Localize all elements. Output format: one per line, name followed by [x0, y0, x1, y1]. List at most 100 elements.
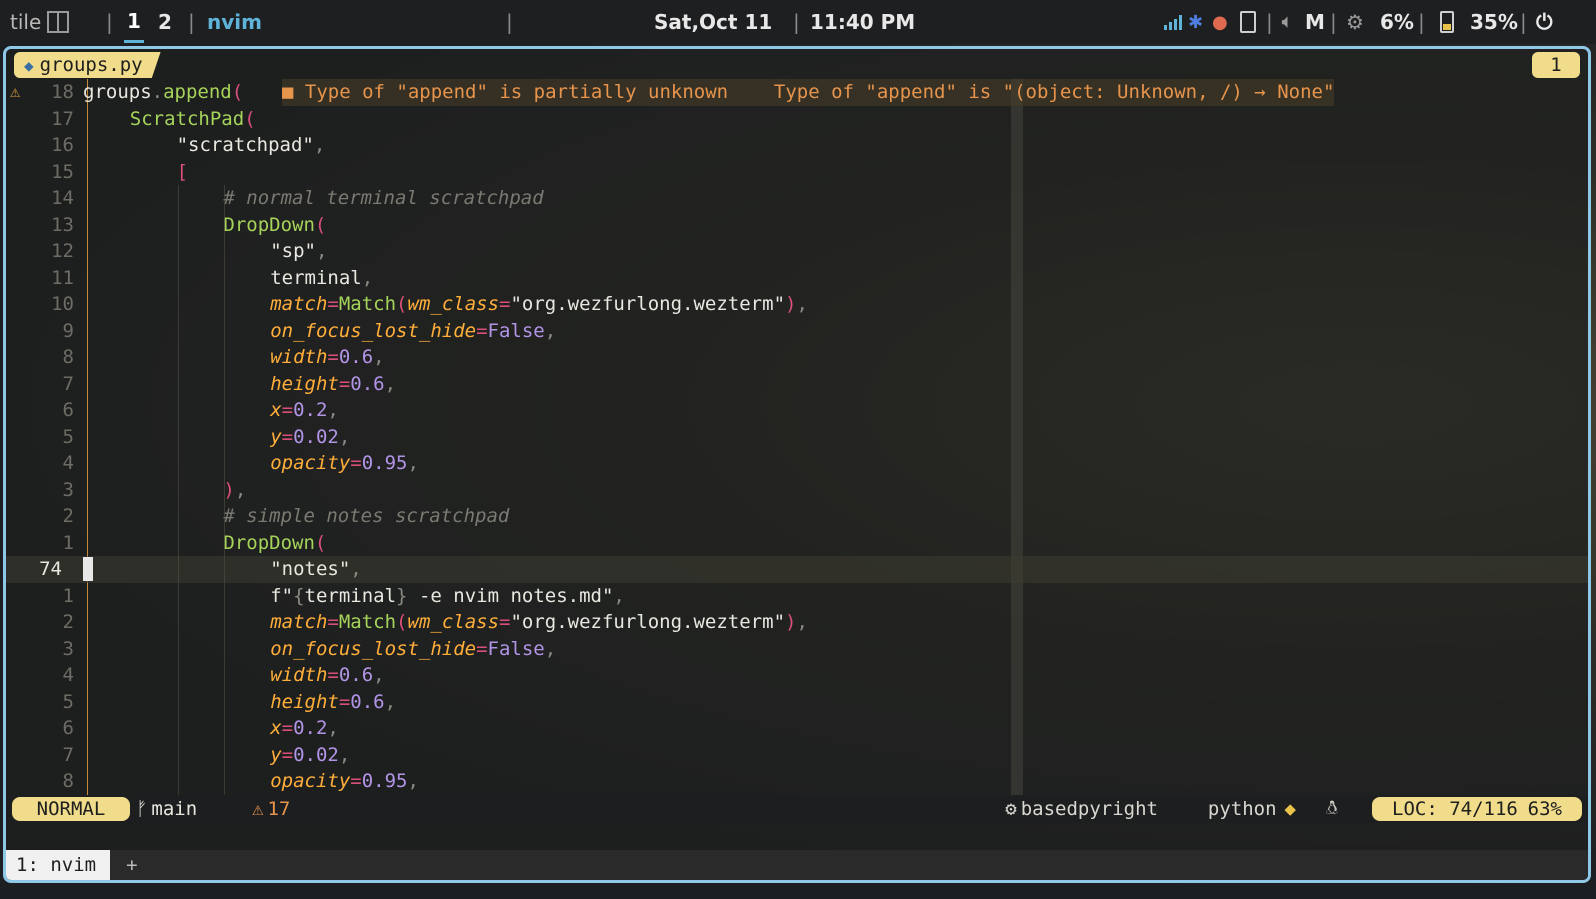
terminal-window[interactable]: ◆ groups.py 1 ⚠ 18 groups.append(■ Type of…: [3, 46, 1591, 883]
code-line[interactable]: 13 DropDown(: [6, 212, 1588, 239]
buffer-tab[interactable]: ◆ groups.py: [14, 52, 161, 78]
terminal-tab-bar: 1: nvim +: [6, 850, 1588, 880]
layout-indicator[interactable]: tile: [10, 0, 70, 44]
code-line[interactable]: 17 ScratchPad(: [6, 106, 1588, 133]
line-number: 5: [62, 425, 74, 448]
terminal-tab[interactable]: 1: nvim: [6, 850, 111, 880]
code-line[interactable]: 6 x=0.2,: [6, 397, 1588, 424]
line-number: 15: [51, 160, 74, 183]
bluetooth-icon[interactable]: ✱: [1188, 0, 1203, 44]
separator: |: [106, 10, 113, 34]
signal-icon[interactable]: [1164, 0, 1182, 44]
diagnostic-virtual-text: ■ Type of "append" is partially unknown …: [282, 79, 1335, 106]
filetype: python ◆: [1207, 798, 1296, 820]
lsp-status[interactable]: ⚙ basedpyright: [995, 797, 1168, 821]
code-line[interactable]: 15 [: [6, 159, 1588, 186]
line-number: 6: [62, 717, 74, 739]
line-number: 3: [62, 478, 74, 501]
line-number: 74: [39, 558, 62, 580]
code-line[interactable]: 1 f"{terminal} -e nvim notes.md",: [6, 583, 1588, 610]
code-line[interactable]: 12 "sp",: [6, 238, 1588, 265]
code-text: DropDown(: [223, 213, 327, 236]
line-number: 11: [51, 266, 74, 289]
workspace-2[interactable]: 2: [158, 0, 172, 44]
code-text: x=0.2,: [270, 399, 339, 421]
code-line[interactable]: 6 x=0.2,: [6, 715, 1588, 742]
code-line[interactable]: 9 on_focus_lost_hide=False,: [6, 318, 1588, 345]
code-line[interactable]: 14 # normal terminal scratchpad: [6, 185, 1588, 212]
code-line[interactable]: 4 opacity=0.95,: [6, 450, 1588, 477]
code-line[interactable]: 1 DropDown(: [6, 530, 1588, 557]
tray-app-icon[interactable]: ●: [1212, 0, 1228, 44]
line-number: 7: [62, 743, 74, 766]
command-line[interactable]: [6, 823, 1588, 851]
code-text: on_focus_lost_hide=False,: [270, 637, 557, 660]
code-text: x=0.2,: [270, 717, 339, 739]
code-line[interactable]: 2 match=Match(wm_class="org.wezfurlong.we…: [6, 609, 1588, 636]
date: Sat,Oct 11: [654, 10, 773, 34]
code-line[interactable]: ⚠ 18 groups.append(■ Type of "append" is p…: [6, 79, 1588, 106]
line-number: 17: [51, 107, 74, 130]
code-text: width=0.6,: [270, 664, 385, 686]
code-line[interactable]: 8 opacity=0.95,: [6, 768, 1588, 795]
battery-percent: 35%: [1470, 10, 1518, 34]
nvim-tabline: ◆ groups.py 1: [6, 49, 1588, 79]
cpu-gear-icon: ⚙: [1346, 10, 1364, 34]
separator: |: [506, 10, 513, 34]
code-text: height=0.6,: [270, 372, 397, 395]
volume-icon[interactable]: 🔈︎: [1282, 0, 1292, 44]
code-line[interactable]: 2 # simple notes scratchpad: [6, 503, 1588, 530]
code-line[interactable]: 8 width=0.6,: [6, 344, 1588, 371]
code-text: groups.append(: [83, 81, 244, 103]
line-number: 12: [51, 240, 74, 262]
tab-number[interactable]: 1: [1532, 52, 1580, 78]
code-text: y=0.02,: [270, 743, 351, 766]
code-text: [: [176, 160, 189, 183]
volume-label[interactable]: M: [1305, 0, 1325, 44]
battery-icon[interactable]: [1240, 0, 1256, 44]
code-text: match=Match(wm_class="org.wezfurlong.wez…: [270, 611, 808, 633]
code-editor[interactable]: ⚠ 18 groups.append(■ Type of "append" is p…: [6, 79, 1588, 795]
code-line[interactable]: 16 "scratchpad",: [6, 132, 1588, 159]
line-number: 2: [62, 505, 74, 527]
code-line[interactable]: 11 terminal,: [6, 265, 1588, 292]
python-file-icon: ◆: [24, 55, 34, 75]
python-icon: ◆: [1284, 798, 1296, 820]
line-number: 14: [51, 187, 74, 209]
separator: |: [1330, 10, 1337, 34]
window-title: nvim: [207, 10, 262, 34]
code-line[interactable]: 5 y=0.02,: [6, 424, 1588, 451]
git-branch-icon: ᚠ: [136, 798, 148, 820]
cpu-usage: 6%: [1380, 10, 1414, 34]
code-line[interactable]: 7 height=0.6,: [6, 371, 1588, 398]
line-number: 1: [62, 584, 74, 607]
workspace-1[interactable]: 1: [124, 0, 144, 44]
top-bar: tile | 1 2 | nvim | Sat,Oct 11 | 11:40 P…: [0, 0, 1596, 44]
line-number: 5: [62, 690, 74, 713]
power-icon[interactable]: ⏻: [1536, 0, 1553, 44]
line-number: 4: [62, 452, 74, 474]
git-branch[interactable]: ᚠ main: [126, 797, 207, 821]
line-number: 7: [62, 372, 74, 395]
line-number: 4: [62, 664, 74, 686]
code-line[interactable]: 74 "notes",: [6, 556, 1588, 583]
code-line[interactable]: 5 height=0.6,: [6, 689, 1588, 716]
code-line[interactable]: 3),: [6, 477, 1588, 504]
code-text: DropDown(: [223, 531, 327, 554]
code-text: width=0.6,: [270, 346, 385, 368]
new-tab-button[interactable]: +: [126, 854, 137, 876]
layout-icon: [47, 11, 70, 33]
gear-icon: ⚙: [1005, 798, 1017, 820]
code-line[interactable]: 3 on_focus_lost_hide=False,: [6, 636, 1588, 663]
indent-guide: [177, 185, 179, 795]
separator: |: [793, 10, 800, 34]
code-line[interactable]: 4 width=0.6,: [6, 662, 1588, 689]
indent-guide: [224, 185, 226, 795]
code-line[interactable]: 10 match=Match(wm_class="org.wezfurlong.w…: [6, 291, 1588, 318]
code-text: # normal terminal scratchpad: [223, 187, 544, 209]
code-text: on_focus_lost_hide=False,: [270, 319, 557, 342]
line-number: 1: [62, 531, 74, 554]
code-line[interactable]: 7 y=0.02,: [6, 742, 1588, 769]
diagnostics-count[interactable]: ⚠ 17: [242, 797, 300, 821]
layout-name: tile: [10, 10, 42, 34]
